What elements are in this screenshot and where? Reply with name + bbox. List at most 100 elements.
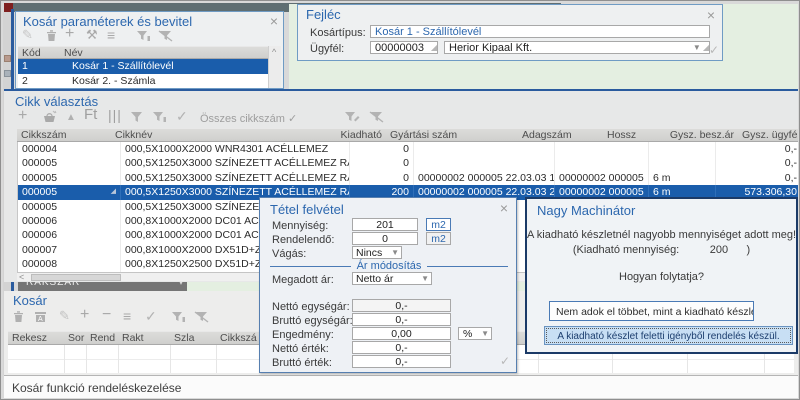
table-cell: 000,5X1000X2000 WNR4301 ACÉLLEMEZ	[121, 142, 350, 156]
tetel-close-icon[interactable]: ×	[500, 202, 508, 214]
filter-icon[interactable]	[130, 111, 143, 123]
basket-list-header[interactable]: KódNév	[18, 46, 270, 59]
basket-params-panel: Kosár paraméterek és bevitel × ✎ + ⚒ ≡ K…	[15, 11, 284, 89]
filter-clear-basket-params-icon[interactable]	[158, 30, 173, 42]
table-cell: 0	[350, 142, 414, 156]
basket-params-close-icon[interactable]: ×	[270, 15, 278, 27]
table-cell: 000005	[18, 200, 121, 214]
vagas-dropdown[interactable]: Nincs▼	[352, 246, 402, 259]
header-cell[interactable]: Rekesz	[8, 332, 64, 345]
settings-tools-icon[interactable]: ⚒	[86, 28, 98, 42]
collapsed-panel-expand-icon[interactable]: ▾	[179, 282, 183, 287]
add-basket-icon[interactable]: +	[65, 27, 74, 41]
confirm-icon[interactable]: ✓	[176, 109, 188, 123]
add-item-icon[interactable]: +	[18, 109, 27, 123]
left-margin-icon-2	[4, 70, 11, 77]
machinator-dialog: Nagy Machinátor A kiadható készletnél na…	[525, 197, 798, 354]
delete-basket-icon[interactable]	[45, 29, 58, 42]
add-to-basket-icon[interactable]	[42, 110, 57, 124]
tetel-dialog: Tétel felvétel × Mennyiség: 201 m2 Rende…	[259, 197, 517, 373]
netto-ertek-label: Nettó érték:	[272, 343, 329, 355]
fejlec-ok-icon[interactable]: ✓	[709, 43, 719, 57]
cikk-table-row[interactable]: 000005000,5X1250X3000 SZÍNEZETT ACÉLLEME…	[18, 171, 798, 185]
header-cell[interactable]: Sor	[64, 332, 86, 345]
collapsed-panel-bar[interactable]: RAKSZÁR ▾	[18, 282, 187, 291]
table-cell: Kosár 2. - Számla	[68, 74, 284, 89]
basket-list-scrollbar[interactable]: ^	[268, 46, 281, 88]
engedmeny-unit-dropdown[interactable]: %▼	[458, 327, 492, 340]
fejlec-close-icon[interactable]: ×	[707, 9, 715, 21]
ugyfel-code-combo[interactable]: 00000003◢▼	[370, 41, 438, 54]
table-cell: Kosár 1 - Szállítólevél	[68, 59, 284, 74]
cikk-table-row[interactable]: 000005000,5X1250X3000 SZÍNEZETT ACÉLLEME…	[18, 156, 798, 170]
table-cell	[649, 142, 716, 156]
header-cell: Adagszám	[518, 129, 603, 142]
netto-ertek-input[interactable]: 0,-	[352, 341, 451, 354]
price-ft-icon[interactable]: Ft	[84, 108, 97, 122]
mennyiseg-input[interactable]: 201	[352, 218, 418, 231]
ar-modositas-separator: Ár módosítás	[270, 260, 508, 272]
netto-egysegar-input[interactable]: 0,-	[352, 299, 451, 312]
table-cell: 000005◢	[18, 185, 121, 199]
filter-clear-icon[interactable]	[369, 111, 384, 123]
table-cell	[555, 156, 649, 170]
ugyfel-name-combo[interactable]: Herior Kipaal Kft.◢▼	[444, 41, 710, 54]
ugyfel-label: Ügyfél:	[310, 43, 344, 55]
brutto-egysegar-input[interactable]: 0,-	[352, 313, 451, 326]
no-oversell-button[interactable]: Nem adok el többet, mint a kiadható kész…	[549, 301, 754, 321]
edit-basket-icon[interactable]: ✎	[22, 28, 33, 42]
kosartipus-field[interactable]: Kosár 1 - Szállítólevél	[370, 25, 710, 38]
brutto-ertek-input[interactable]: 0,-	[352, 355, 451, 368]
scroll-up-icon[interactable]: ^	[272, 47, 276, 57]
basket-list-row[interactable]: 2Kosár 2. - Számla	[18, 74, 270, 89]
columns-icon[interactable]: |||	[108, 108, 122, 122]
menu-basket-icon[interactable]: ≡	[107, 28, 115, 42]
filter-edit-icon[interactable]	[344, 111, 360, 123]
filter-basket-params-icon[interactable]	[136, 30, 151, 42]
scroll-left-icon[interactable]: <	[19, 272, 24, 282]
filter-row-icon[interactable]	[152, 111, 167, 123]
table-cell	[555, 142, 649, 156]
cikk-toolbar: + ▲ Ft ||| ✓ Összes cikkszám ✓	[14, 107, 794, 129]
scrollbar-thumb[interactable]	[31, 274, 121, 281]
header-cell[interactable]: Szla	[170, 332, 216, 345]
tetel-ok-icon[interactable]: ✓	[500, 354, 510, 368]
table-cell: 0,-	[716, 142, 800, 156]
column-gridline	[86, 345, 87, 373]
osszes-check-icon: ✓	[288, 113, 297, 125]
filter-clear-basket-icon[interactable]	[194, 311, 209, 323]
megadott-ar-dropdown[interactable]: Netto ár▼	[352, 272, 432, 285]
table-cell: 000007	[18, 243, 121, 257]
add-row-icon[interactable]: +	[80, 308, 89, 322]
ar-modositas-label: Ár módosítás	[357, 260, 422, 272]
edit-row-icon[interactable]: ✎	[59, 309, 70, 323]
status-bar: Kosár funkció rendeléskezelése	[4, 375, 798, 398]
header-cell: Hossz	[603, 129, 661, 142]
rendelendo-input[interactable]: 0	[352, 232, 418, 245]
table-cell: 2	[18, 74, 68, 89]
mennyiseg-label: Mennyiség:	[272, 220, 328, 232]
create-order-button[interactable]: A kiadható készlet feletti igényből rend…	[544, 326, 793, 345]
fejlec-title: Fejléc	[306, 7, 341, 22]
cikk-table-header[interactable]: CikkszámCikknévKiadhatóGyártási számAdag…	[17, 128, 798, 142]
table-cell: 6 m	[649, 171, 716, 185]
header-cell[interactable]: Rend▲	[86, 332, 118, 345]
confirm-basket-icon[interactable]: ✓	[145, 309, 157, 323]
remove-row-icon[interactable]: −	[102, 308, 111, 322]
engedmeny-input[interactable]: 0,00	[352, 327, 451, 340]
move-up-icon[interactable]: ▲	[66, 111, 76, 125]
column-gridline	[170, 345, 171, 373]
delete-row-icon[interactable]	[12, 310, 25, 323]
megadott-ar-label: Megadott ár:	[272, 274, 334, 286]
mennyiseg-unit-box[interactable]: m2	[426, 218, 451, 231]
machinator-message-line2: (Kiadható mennyiség: 200 )	[527, 244, 796, 256]
delete-all-icon[interactable]: A	[34, 310, 48, 323]
menu-icon[interactable]: ≡	[123, 309, 131, 323]
cikk-table-row[interactable]: 000004000,5X1000X2000 WNR4301 ACÉLLEMEZ0…	[18, 142, 798, 156]
filter-basket-icon[interactable]	[171, 311, 186, 323]
basket-list-row[interactable]: 1Kosár 1 - Szállítólevél	[18, 59, 270, 74]
header-cell[interactable]: Rakt	[118, 332, 170, 345]
machinator-question: Hogyan folytatja?	[527, 271, 796, 283]
basket-list[interactable]: 1Kosár 1 - Szállítólevél2Kosár 2. - Szám…	[18, 59, 270, 88]
osszes-cikkszam-label[interactable]: Összes cikkszám ✓	[200, 112, 297, 125]
